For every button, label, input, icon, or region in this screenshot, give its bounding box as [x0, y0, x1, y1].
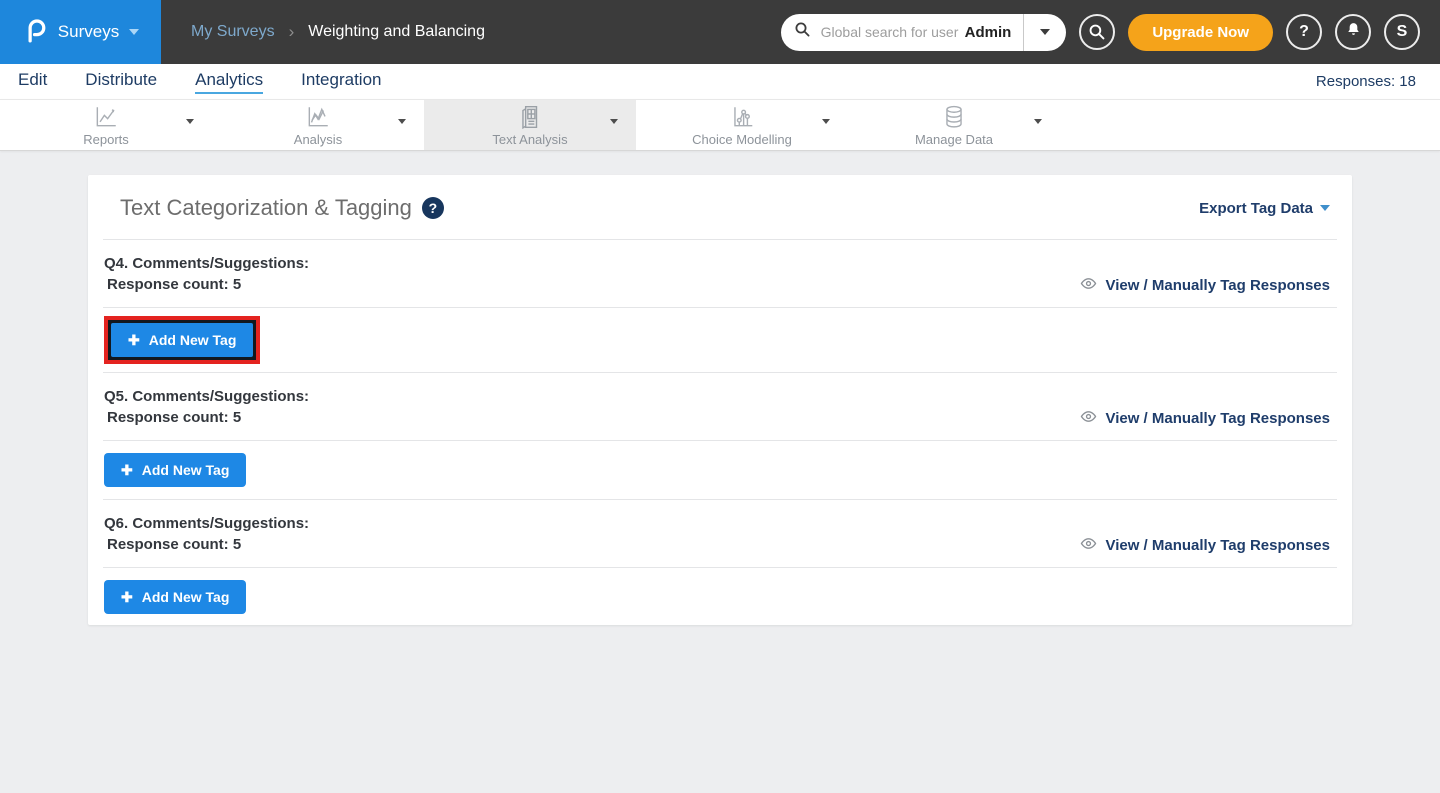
tab-text-analysis-label: Text Analysis	[492, 132, 567, 147]
search-scope-dropdown[interactable]	[1024, 14, 1066, 51]
line-chart-icon	[93, 104, 119, 130]
question-info: Q5. Comments/Suggestions: Response count…	[104, 386, 309, 428]
top-bar: Surveys My Surveys › Weighting and Balan…	[0, 0, 1440, 64]
question-title: Q4. Comments/Suggestions:	[104, 253, 309, 274]
breadcrumb-separator: ›	[289, 22, 295, 42]
surveys-caret-icon	[129, 29, 139, 35]
question-info: Q6. Comments/Suggestions: Response count…	[104, 513, 309, 555]
text-tagging-card: Text Categorization & Tagging ? Export T…	[88, 175, 1352, 625]
global-search-input[interactable]	[819, 23, 961, 41]
question-section-q6: Q6. Comments/Suggestions: Response count…	[88, 500, 1352, 626]
question-header: Q5. Comments/Suggestions: Response count…	[88, 373, 1352, 440]
tab-text-analysis[interactable]: Text Analysis	[424, 100, 636, 150]
global-search-bar: Admin	[781, 14, 1067, 51]
scatter-chart-icon	[729, 104, 755, 130]
survey-section-nav: Edit Distribute Analytics Integration Re…	[0, 64, 1440, 99]
response-count: Response count: 5	[104, 534, 309, 555]
question-title: Q6. Comments/Suggestions:	[104, 513, 309, 534]
eye-icon	[1080, 276, 1097, 295]
tab-reports-label: Reports	[83, 132, 129, 147]
nav-item-integration[interactable]: Integration	[301, 70, 381, 94]
add-new-tag-label: Add New Tag	[149, 332, 237, 348]
nav-item-edit[interactable]: Edit	[18, 70, 47, 94]
add-tag-row: ✚ Add New Tag	[88, 568, 1352, 626]
plus-icon: ✚	[121, 590, 133, 604]
view-link-label: View / Manually Tag Responses	[1105, 537, 1330, 554]
bell-icon	[1345, 21, 1362, 43]
question-section-q4: Q4. Comments/Suggestions: Response count…	[88, 240, 1352, 373]
export-tag-data-label: Export Tag Data	[1199, 200, 1313, 217]
add-new-tag-button-q6[interactable]: ✚ Add New Tag	[104, 580, 246, 614]
database-icon	[941, 104, 967, 130]
response-count: Response count: 5	[104, 407, 309, 428]
avatar[interactable]: S	[1384, 14, 1420, 50]
tab-analysis-label: Analysis	[294, 132, 342, 147]
question-section-q5: Q5. Comments/Suggestions: Response count…	[88, 373, 1352, 500]
line-chart-icon	[305, 104, 331, 130]
add-tag-row: ✚ Add New Tag	[88, 308, 1352, 372]
eye-icon	[1080, 409, 1097, 428]
add-tag-row: ✚ Add New Tag	[88, 441, 1352, 499]
card-header: Text Categorization & Tagging ? Export T…	[88, 175, 1352, 239]
highlight-annotation: ✚ Add New Tag	[104, 316, 260, 364]
add-new-tag-button-q5[interactable]: ✚ Add New Tag	[104, 453, 246, 487]
nav-item-distribute[interactable]: Distribute	[85, 70, 157, 94]
tab-reports[interactable]: Reports	[0, 100, 212, 150]
tab-manage-data-label: Manage Data	[915, 132, 993, 147]
tab-analysis[interactable]: Analysis	[212, 100, 424, 150]
question-header: Q6. Comments/Suggestions: Response count…	[88, 500, 1352, 567]
add-new-tag-button-q4[interactable]: ✚ Add New Tag	[111, 323, 253, 357]
view-manually-tag-link-q4[interactable]: View / Manually Tag Responses	[1080, 276, 1330, 295]
view-link-label: View / Manually Tag Responses	[1105, 410, 1330, 427]
search-icon	[794, 21, 811, 43]
question-title: Q5. Comments/Suggestions:	[104, 386, 309, 407]
surveys-menu-label: Surveys	[58, 22, 119, 42]
page-title: Text Categorization & Tagging	[120, 195, 412, 221]
chevron-down-icon	[1040, 29, 1050, 35]
search-button[interactable]	[1079, 14, 1115, 50]
tab-reports-caret-icon[interactable]	[186, 119, 194, 124]
avatar-initial: S	[1397, 23, 1408, 41]
breadcrumb: My Surveys › Weighting and Balancing	[161, 0, 485, 64]
topbar-actions: Admin Upgrade Now ? S	[781, 0, 1440, 64]
tab-manage-data[interactable]: Manage Data	[848, 100, 1060, 150]
tab-choice-modelling-label: Choice Modelling	[692, 132, 792, 147]
view-link-label: View / Manually Tag Responses	[1105, 277, 1330, 294]
question-info: Q4. Comments/Suggestions: Response count…	[104, 253, 309, 295]
plus-icon: ✚	[121, 463, 133, 477]
tab-choice-modelling-caret-icon[interactable]	[822, 119, 830, 124]
surveys-menu[interactable]: Surveys	[0, 0, 161, 64]
add-new-tag-label: Add New Tag	[142, 589, 230, 605]
tab-choice-modelling[interactable]: Choice Modelling	[636, 100, 848, 150]
breadcrumb-current-survey: Weighting and Balancing	[308, 23, 485, 41]
document-grid-icon	[517, 104, 543, 130]
add-new-tag-label: Add New Tag	[142, 462, 230, 478]
chevron-down-icon	[1320, 205, 1330, 211]
analytics-tab-bar: Reports Analysis Text Analysis Choice Mo…	[0, 99, 1440, 151]
tab-manage-data-caret-icon[interactable]	[1034, 119, 1042, 124]
help-button[interactable]: ?	[1286, 14, 1322, 50]
view-manually-tag-link-q6[interactable]: View / Manually Tag Responses	[1080, 536, 1330, 555]
search-scope-selector[interactable]: Admin	[961, 24, 1024, 41]
view-manually-tag-link-q5[interactable]: View / Manually Tag Responses	[1080, 409, 1330, 428]
help-icon[interactable]: ?	[422, 197, 444, 219]
breadcrumb-my-surveys[interactable]: My Surveys	[191, 23, 275, 41]
tab-analysis-caret-icon[interactable]	[398, 119, 406, 124]
main-content: Text Categorization & Tagging ? Export T…	[0, 151, 1440, 625]
plus-icon: ✚	[128, 333, 140, 347]
responses-count: Responses: 18	[1316, 73, 1416, 90]
question-header: Q4. Comments/Suggestions: Response count…	[88, 240, 1352, 307]
question-mark-icon: ?	[1299, 23, 1309, 41]
nav-item-analytics[interactable]: Analytics	[195, 70, 263, 94]
eye-icon	[1080, 536, 1097, 555]
questionpro-logo-icon	[22, 17, 48, 48]
export-tag-data-dropdown[interactable]: Export Tag Data	[1199, 200, 1330, 217]
response-count: Response count: 5	[104, 274, 309, 295]
notifications-button[interactable]	[1335, 14, 1371, 50]
upgrade-now-button[interactable]: Upgrade Now	[1128, 14, 1273, 51]
tab-text-analysis-caret-icon[interactable]	[610, 119, 618, 124]
